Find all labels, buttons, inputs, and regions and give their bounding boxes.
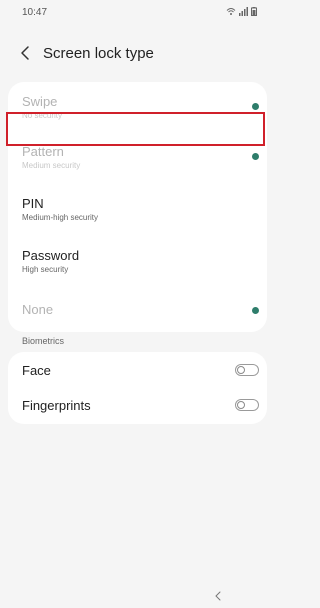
- face-toggle[interactable]: [235, 364, 259, 376]
- app-bar: Screen lock type: [0, 38, 275, 70]
- biometric-label: Face: [22, 363, 51, 378]
- toggle-knob: [237, 366, 245, 374]
- option-pin[interactable]: PIN Medium-high security: [8, 182, 267, 232]
- status-icons: [226, 7, 257, 16]
- biometric-label: Fingerprints: [22, 398, 91, 413]
- option-password[interactable]: Password High security: [8, 232, 267, 288]
- battery-icon: [251, 7, 257, 16]
- biometric-fingerprints[interactable]: Fingerprints: [8, 388, 267, 424]
- nav-back-icon[interactable]: [214, 591, 222, 601]
- option-label: Swipe: [22, 94, 58, 109]
- option-subtitle: Medium-high security: [22, 213, 99, 222]
- screen: 10:47 Screen lock type Swipe No security…: [0, 0, 275, 608]
- biometrics-section-label: Biometrics: [22, 336, 65, 346]
- option-subtitle: Medium security: [22, 161, 81, 170]
- chevron-left-icon[interactable]: [18, 44, 34, 62]
- biometric-face[interactable]: Face: [8, 352, 267, 388]
- page-title: Screen lock type: [43, 45, 154, 62]
- current-lock-indicator-icon: [252, 153, 259, 160]
- fingerprints-toggle[interactable]: [235, 399, 259, 411]
- option-swipe[interactable]: Swipe No security: [8, 82, 267, 132]
- biometrics-card: Face Fingerprints: [8, 352, 267, 424]
- toggle-knob: [237, 401, 245, 409]
- lock-options-card: Swipe No security Pattern Medium securit…: [8, 82, 267, 332]
- option-label: Pattern: [22, 144, 64, 159]
- option-none[interactable]: None: [8, 288, 267, 332]
- option-label: PIN: [22, 196, 44, 211]
- status-bar: 10:47: [0, 0, 275, 22]
- option-label: None: [22, 302, 54, 317]
- option-pattern[interactable]: Pattern Medium security: [8, 132, 267, 182]
- current-lock-indicator-icon: [252, 307, 259, 314]
- status-time: 10:47: [22, 7, 48, 18]
- option-subtitle: No security: [22, 111, 63, 120]
- option-label: Password: [22, 248, 80, 263]
- signal-icon: [239, 7, 248, 16]
- wifi-icon: [226, 8, 236, 15]
- option-subtitle: High security: [22, 265, 69, 274]
- current-lock-indicator-icon: [252, 103, 259, 110]
